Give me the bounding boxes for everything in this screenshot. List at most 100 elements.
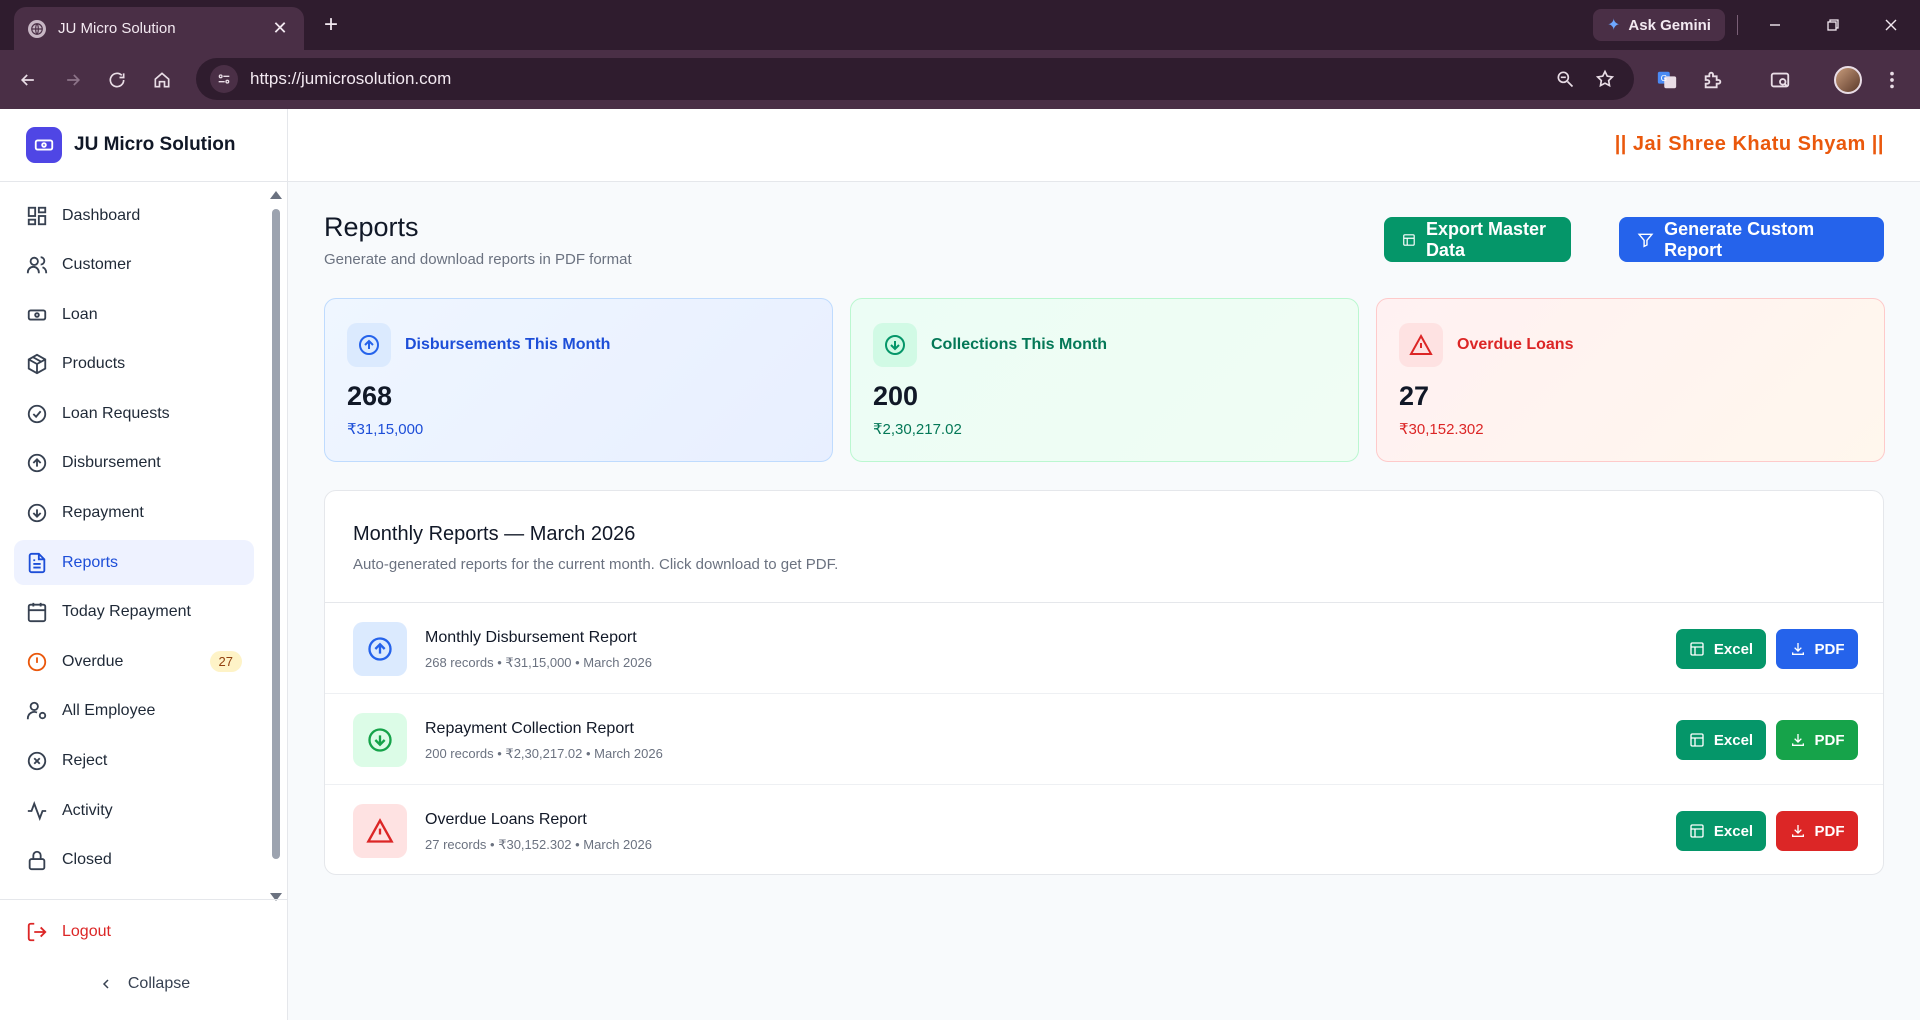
profile-avatar[interactable] — [1834, 66, 1862, 94]
sidebar-item-label: Loan Requests — [62, 404, 170, 422]
sidebar-item-label: Activity — [62, 801, 113, 819]
zoom-icon[interactable] — [1550, 64, 1580, 94]
close-window-icon[interactable] — [1876, 10, 1906, 40]
box-icon — [26, 353, 48, 375]
collapse-button[interactable]: Collapse — [0, 964, 288, 1004]
sidebar-item-dashboard[interactable]: Dashboard — [14, 193, 254, 238]
x-circle-icon — [26, 750, 48, 772]
pdf-download-button[interactable]: PDF — [1776, 811, 1858, 851]
stat-amount: ₹30,152.302 — [1399, 421, 1484, 438]
banknote-logo-icon — [26, 127, 62, 163]
table-icon — [1690, 824, 1704, 838]
file-text-icon — [26, 552, 48, 574]
ask-gemini-button[interactable]: ✦ Ask Gemini — [1593, 9, 1725, 41]
reload-icon[interactable] — [102, 65, 132, 95]
site-info-icon[interactable] — [210, 65, 238, 93]
brand-name: JU Micro Solution — [74, 134, 236, 155]
monthly-reports-subtitle: Auto-generated reports for the current m… — [353, 556, 839, 573]
sidebar-item-closed[interactable]: Closed — [14, 838, 254, 883]
sidebar-item-label: Dashboard — [62, 206, 141, 224]
collapse-label: Collapse — [127, 975, 191, 992]
table-icon — [1690, 733, 1704, 747]
download-icon — [1791, 825, 1804, 837]
stat-label: Overdue Loans — [1457, 336, 1574, 353]
excel-download-button[interactable]: Excel — [1676, 629, 1766, 669]
report-row-disbursement: Monthly Disbursement Report 268 records … — [325, 603, 1883, 694]
excel-label: Excel — [1713, 640, 1754, 658]
browser-tab[interactable]: JU Micro Solution ✕ — [14, 7, 304, 50]
translate-icon[interactable]: G — [1652, 65, 1682, 95]
sidebar-scrollbar[interactable] — [270, 191, 282, 901]
sidebar-item-label: Repayment — [62, 504, 144, 522]
browser-tab-bar: JU Micro Solution ✕ + ✦ Ask Gemini — [0, 0, 1920, 50]
sidebar-item-customer[interactable]: Customer — [14, 243, 254, 288]
sidebar-item-label: Customer — [62, 256, 132, 274]
dashboard-icon — [26, 205, 48, 227]
activity-icon — [26, 800, 48, 822]
scroll-up-arrow-icon[interactable] — [270, 191, 282, 199]
lock-icon — [26, 849, 48, 871]
excel-label: Excel — [1713, 822, 1754, 840]
home-icon[interactable] — [147, 65, 177, 95]
url-text[interactable]: https://jumicrosolution.com — [250, 69, 1540, 89]
sidebar-item-activity[interactable]: Activity — [14, 788, 254, 833]
svg-text:G: G — [1661, 73, 1667, 83]
ask-gemini-label: Ask Gemini — [1628, 16, 1711, 34]
users-icon — [26, 254, 48, 276]
page-subtitle: Generate and download reports in PDF for… — [324, 251, 632, 268]
calendar-icon — [26, 601, 48, 623]
bookmark-star-icon[interactable] — [1590, 64, 1620, 94]
sidebar-footer: Logout Collapse — [0, 899, 288, 1004]
excel-download-button[interactable]: Excel — [1676, 811, 1766, 851]
minimize-icon[interactable] — [1760, 10, 1790, 40]
sidebar-item-all-employee[interactable]: All Employee — [14, 689, 254, 734]
generate-custom-report-button[interactable]: Generate Custom Report — [1619, 217, 1884, 262]
new-tab-icon[interactable]: + — [318, 11, 344, 38]
report-name: Overdue Loans Report — [425, 811, 587, 828]
gemini-spark-icon: ✦ — [1607, 17, 1621, 34]
sidebar-nav: Dashboard Customer Loan Products Loan Re… — [14, 193, 254, 887]
sidebar-item-products[interactable]: Products — [14, 342, 254, 387]
address-bar[interactable]: https://jumicrosolution.com — [196, 58, 1634, 100]
brand[interactable]: JU Micro Solution — [0, 109, 287, 182]
scrollbar-thumb[interactable] — [272, 209, 280, 859]
report-meta: 200 records • ₹2,30,217.02 • March 2026 — [425, 746, 663, 761]
check-circle-icon — [26, 403, 48, 425]
pdf-download-button[interactable]: PDF — [1776, 629, 1858, 669]
sidebar-item-repayment[interactable]: Repayment — [14, 491, 254, 536]
close-tab-icon[interactable]: ✕ — [270, 18, 290, 39]
download-icon — [1791, 734, 1804, 746]
arrow-up-circle-icon — [26, 452, 48, 474]
tab-search-icon[interactable] — [1765, 65, 1795, 95]
report-row-overdue: Overdue Loans Report 27 records • ₹30,15… — [325, 785, 1883, 876]
restore-icon[interactable] — [1818, 10, 1848, 40]
sidebar-item-label: Products — [62, 355, 126, 373]
pdf-download-button[interactable]: PDF — [1776, 720, 1858, 760]
logout-icon — [26, 921, 48, 943]
arrow-down-circle-icon — [873, 323, 917, 367]
alert-circle-icon — [26, 651, 48, 673]
table-icon — [1690, 642, 1704, 656]
logout-button[interactable]: Logout — [0, 900, 288, 964]
excel-download-button[interactable]: Excel — [1676, 720, 1766, 760]
collections-stat-card: Collections This Month 200 ₹2,30,217.02 — [850, 298, 1359, 462]
forward-arrow-icon[interactable] — [58, 65, 88, 95]
sidebar-item-reports[interactable]: Reports — [14, 540, 254, 586]
extensions-icon[interactable] — [1698, 65, 1728, 95]
sidebar-item-today-repayment[interactable]: Today Repayment — [14, 590, 254, 635]
arrow-up-circle-icon — [347, 323, 391, 367]
back-arrow-icon[interactable] — [13, 65, 43, 95]
sidebar-item-disbursement[interactable]: Disbursement — [14, 441, 254, 486]
export-master-data-button[interactable]: Export Master Data — [1384, 217, 1571, 262]
sidebar-item-label: Disbursement — [62, 454, 161, 472]
stat-count: 268 — [347, 381, 393, 411]
stat-amount: ₹2,30,217.02 — [873, 421, 962, 438]
globe-icon — [28, 19, 46, 38]
browser-toolbar: https://jumicrosolution.com G — [0, 50, 1920, 109]
sidebar-item-loan-requests[interactable]: Loan Requests — [14, 391, 254, 436]
sidebar-item-loan[interactable]: Loan — [14, 292, 254, 337]
arrow-down-circle-icon — [353, 713, 407, 767]
sidebar-item-reject[interactable]: Reject — [14, 739, 254, 784]
sidebar-item-overdue[interactable]: Overdue 27 — [14, 639, 254, 684]
more-menu-icon[interactable] — [1877, 65, 1907, 95]
